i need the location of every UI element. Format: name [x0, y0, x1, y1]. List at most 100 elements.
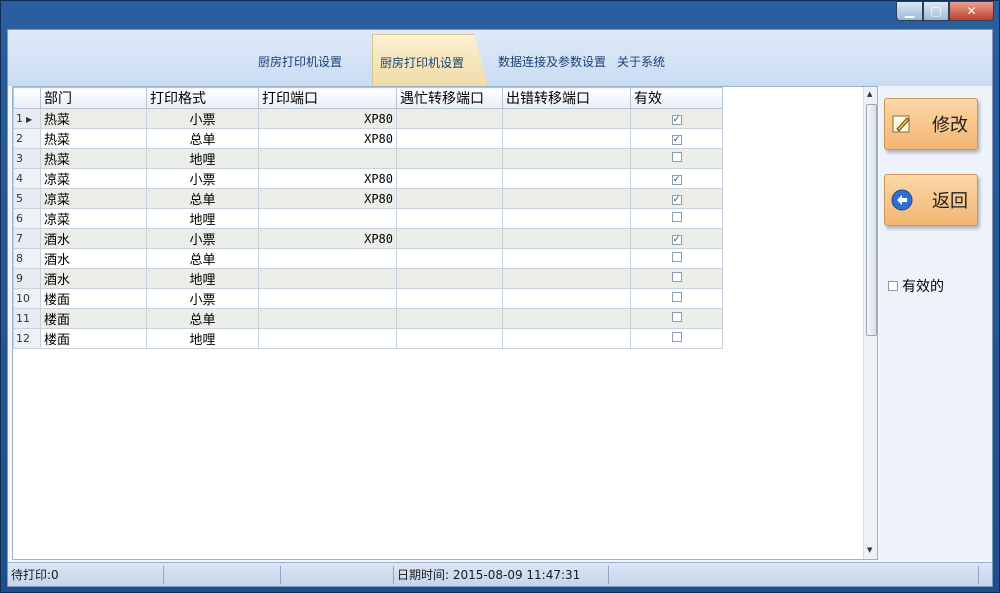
- table-row[interactable]: 9 酒水 地哩: [13, 268, 723, 289]
- unchecked-checkbox-icon[interactable]: [671, 292, 682, 302]
- cell-error-port[interactable]: [502, 128, 631, 149]
- cell-busy-port[interactable]: [396, 248, 503, 269]
- column-header-dept[interactable]: 部门: [40, 87, 147, 109]
- cell-dept[interactable]: 楼面: [40, 308, 147, 329]
- checkbox-icon[interactable]: [888, 281, 898, 291]
- cell-busy-port[interactable]: [396, 228, 503, 249]
- cell-port[interactable]: [258, 288, 397, 309]
- table-row[interactable]: 2 热菜 总单 XP80 ✓: [13, 128, 723, 149]
- unchecked-checkbox-icon[interactable]: [671, 272, 682, 282]
- unchecked-checkbox-icon[interactable]: [671, 212, 682, 222]
- table-row[interactable]: 12 楼面 地哩: [13, 328, 723, 349]
- scroll-down-icon[interactable]: ▼: [867, 546, 872, 554]
- cell-valid[interactable]: ✓: [630, 108, 723, 129]
- cell-port[interactable]: [258, 208, 397, 229]
- cell-busy-port[interactable]: [396, 208, 503, 229]
- cell-dept[interactable]: 酒水: [40, 248, 147, 269]
- vertical-scrollbar[interactable]: ▲ ▼: [863, 87, 877, 559]
- cell-busy-port[interactable]: [396, 308, 503, 329]
- cell-busy-port[interactable]: [396, 128, 503, 149]
- tab-about[interactable]: 关于系统: [617, 53, 665, 70]
- cell-valid[interactable]: [630, 288, 723, 309]
- cell-port[interactable]: XP80: [258, 188, 397, 209]
- table-row[interactable]: 4 凉菜 小票 XP80 ✓: [13, 168, 723, 189]
- cell-busy-port[interactable]: [396, 108, 503, 129]
- cell-format[interactable]: 总单: [146, 188, 259, 209]
- unchecked-checkbox-icon[interactable]: [671, 332, 682, 342]
- checked-checkbox-icon[interactable]: ✓: [671, 175, 682, 185]
- cell-error-port[interactable]: [502, 268, 631, 289]
- cell-format[interactable]: 总单: [146, 128, 259, 149]
- cell-format[interactable]: 小票: [146, 168, 259, 189]
- cell-valid[interactable]: [630, 308, 723, 329]
- cell-format[interactable]: 小票: [146, 108, 259, 129]
- cell-error-port[interactable]: [502, 188, 631, 209]
- unchecked-checkbox-icon[interactable]: [671, 252, 682, 262]
- cell-port[interactable]: [258, 308, 397, 329]
- column-header-busy-port[interactable]: 遇忙转移端口: [396, 87, 503, 109]
- cell-error-port[interactable]: [502, 108, 631, 129]
- cell-format[interactable]: 小票: [146, 228, 259, 249]
- cell-dept[interactable]: 热菜: [40, 128, 147, 149]
- cell-dept[interactable]: 热菜: [40, 148, 147, 169]
- cell-dept[interactable]: 楼面: [40, 288, 147, 309]
- cell-error-port[interactable]: [502, 308, 631, 329]
- cell-dept[interactable]: 凉菜: [40, 188, 147, 209]
- cell-valid[interactable]: [630, 328, 723, 349]
- cell-port[interactable]: XP80: [258, 228, 397, 249]
- cell-format[interactable]: 地哩: [146, 328, 259, 349]
- checked-checkbox-icon[interactable]: ✓: [671, 135, 682, 145]
- scrollbar-thumb[interactable]: [866, 104, 877, 336]
- cell-error-port[interactable]: [502, 208, 631, 229]
- cell-error-port[interactable]: [502, 328, 631, 349]
- table-row[interactable]: 10 楼面 小票: [13, 288, 723, 309]
- back-button[interactable]: 返回: [884, 174, 978, 226]
- checked-checkbox-icon[interactable]: ✓: [671, 235, 682, 245]
- cell-format[interactable]: 小票: [146, 288, 259, 309]
- unchecked-checkbox-icon[interactable]: [671, 312, 682, 322]
- cell-valid[interactable]: [630, 248, 723, 269]
- cell-busy-port[interactable]: [396, 168, 503, 189]
- table-row[interactable]: 3 热菜 地哩: [13, 148, 723, 169]
- close-button[interactable]: ✕: [949, 1, 994, 21]
- cell-format[interactable]: 地哩: [146, 148, 259, 169]
- table-row[interactable]: 5 凉菜 总单 XP80 ✓: [13, 188, 723, 209]
- cell-dept[interactable]: 楼面: [40, 328, 147, 349]
- table-row[interactable]: 6 凉菜 地哩: [13, 208, 723, 229]
- unchecked-checkbox-icon[interactable]: [671, 152, 682, 162]
- cell-port[interactable]: [258, 148, 397, 169]
- cell-dept[interactable]: 凉菜: [40, 168, 147, 189]
- cell-valid[interactable]: ✓: [630, 228, 723, 249]
- cell-valid[interactable]: ✓: [630, 168, 723, 189]
- table-row[interactable]: 7 酒水 小票 XP80 ✓: [13, 228, 723, 249]
- cell-format[interactable]: 总单: [146, 308, 259, 329]
- column-header-valid[interactable]: 有效: [630, 87, 723, 109]
- cell-dept[interactable]: 酒水: [40, 268, 147, 289]
- cell-error-port[interactable]: [502, 288, 631, 309]
- checked-checkbox-icon[interactable]: ✓: [671, 115, 682, 125]
- cell-port[interactable]: [258, 248, 397, 269]
- cell-valid[interactable]: ✓: [630, 128, 723, 149]
- cell-error-port[interactable]: [502, 228, 631, 249]
- cell-valid[interactable]: [630, 208, 723, 229]
- cell-dept[interactable]: 热菜: [40, 108, 147, 129]
- cell-port[interactable]: [258, 268, 397, 289]
- tab-data-connection[interactable]: 数据连接及参数设置: [498, 53, 606, 70]
- column-header-error-port[interactable]: 出错转移端口: [502, 87, 631, 109]
- cell-busy-port[interactable]: [396, 188, 503, 209]
- edit-button[interactable]: 修改: [884, 98, 978, 150]
- valid-only-checkbox[interactable]: 有效的: [888, 276, 944, 296]
- tab-kitchen-printer-1[interactable]: 厨房打印机设置: [258, 53, 342, 70]
- cell-busy-port[interactable]: [396, 328, 503, 349]
- cell-port[interactable]: XP80: [258, 108, 397, 129]
- table-row[interactable]: 8 酒水 总单: [13, 248, 723, 269]
- cell-valid[interactable]: [630, 148, 723, 169]
- cell-format[interactable]: 地哩: [146, 268, 259, 289]
- tab-kitchen-printer-2[interactable]: 厨房打印机设置: [372, 34, 488, 86]
- cell-dept[interactable]: 凉菜: [40, 208, 147, 229]
- cell-error-port[interactable]: [502, 168, 631, 189]
- table-row[interactable]: 1 ▶ 热菜 小票 XP80 ✓: [13, 108, 723, 129]
- cell-valid[interactable]: ✓: [630, 188, 723, 209]
- cell-dept[interactable]: 酒水: [40, 228, 147, 249]
- cell-port[interactable]: [258, 328, 397, 349]
